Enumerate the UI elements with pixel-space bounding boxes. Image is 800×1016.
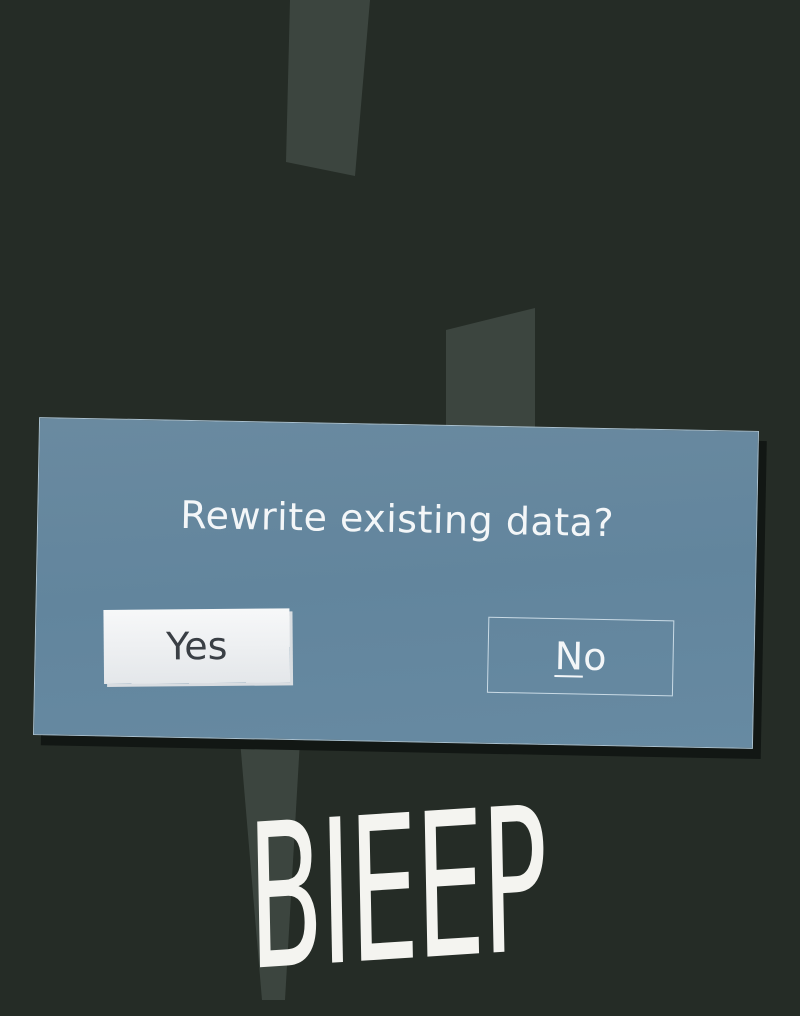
sound-effect-text: BIEEP xyxy=(245,764,547,1016)
no-button-label-rest: o xyxy=(582,634,607,680)
dialog-message: Rewrite existing data? xyxy=(179,492,615,546)
light-streak-top xyxy=(286,0,370,176)
light-streak-middle xyxy=(446,308,535,440)
yes-button[interactable]: Yes xyxy=(103,608,291,684)
no-button[interactable]: No xyxy=(486,616,675,697)
confirm-dialog: Rewrite existing data? Yes No xyxy=(33,417,759,749)
no-button-mnemonic: N xyxy=(554,634,584,679)
